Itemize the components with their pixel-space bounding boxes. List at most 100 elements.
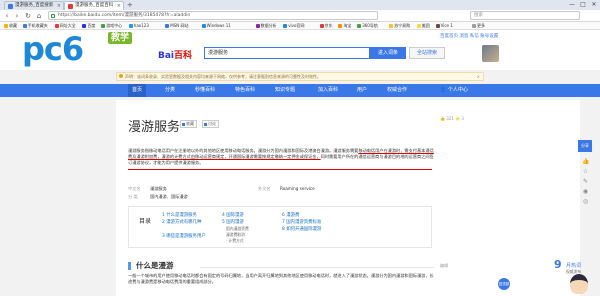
bookmark-icon (165, 24, 170, 28)
bookmark-item[interactable]: Vice 1 (435, 23, 453, 29)
weibo-icon[interactable]: ◉ (582, 188, 589, 195)
home-button[interactable]: ⌂ (34, 11, 44, 21)
nav-item-featured[interactable]: 特色百科 (235, 84, 255, 97)
section-paragraph: 一般一个城市的用户使用移动电话时都会有固定的号码归属地，当用户离开归属地到其他地… (128, 273, 434, 285)
toc-item-1[interactable]: 1 什么是漫游服务 (162, 212, 197, 218)
enter-entry-button[interactable]: 进入词条 (370, 47, 406, 59)
browser-search-input[interactable]: 搜索 (470, 11, 580, 20)
new-tab-button[interactable]: + (127, 1, 133, 9)
comment-icon[interactable]: ✎ (582, 178, 589, 185)
toc-item-8[interactable]: 8 如何开通国际漫游 (282, 226, 321, 232)
bookmark-item[interactable]: 数据分析 (255, 23, 277, 29)
nav-item-join[interactable]: 加入百科 (318, 84, 338, 97)
main-nav: 首页 分类 秒懂百科 特色百科 知识专题 加入百科 用户 权威合作 👤 个人中心 (0, 84, 600, 97)
hot-title[interactable]: 月热词 (566, 262, 581, 269)
browser-nav-bar: ‹ › ↻ ⌂ https://baike.baidu.com/item/漫游服… (0, 10, 600, 22)
toc-item-7[interactable]: 7 国内漫游资费标准 (282, 219, 321, 225)
toc-item-label: 哪些是漫游服务用户 (166, 234, 206, 239)
bookmark-item[interactable]: 百度 (82, 23, 95, 29)
toc-subitem[interactable]: · 计费方式 (226, 238, 244, 244)
close-window-button[interactable]: ✕ (589, 0, 599, 10)
bookmark-item[interactable]: 手机收藏夹 (22, 23, 48, 29)
mascot-image[interactable] (570, 274, 588, 294)
info-row: 外文名 Roaming service (258, 186, 315, 192)
nav-item-users[interactable]: 用户 (357, 84, 367, 97)
discuss-button[interactable]: 讨论 (202, 120, 219, 128)
address-bar[interactable]: https://baike.baidu.com/item/漫游服务/318547… (48, 11, 378, 20)
basic-info-box: 中文名 漫游服务 外文名 Roaming service 分 类 国内漫游、国际漫游 (128, 181, 430, 203)
info-key: 外文名 (258, 186, 271, 191)
forward-button[interactable]: › (12, 11, 22, 21)
close-tab-icon[interactable]: × (117, 2, 121, 10)
bookmark-label: 手机收藏夹 (27, 23, 48, 28)
wechat-icon[interactable]: ◎ (582, 198, 589, 205)
bookmark-item[interactable]: 京东 (319, 23, 333, 29)
bookmark-item[interactable]: 美团 (416, 23, 430, 29)
toc-item-6[interactable]: 6 漫游费 (282, 212, 299, 218)
bookmark-item[interactable]: MSN 网站 (165, 23, 188, 29)
bookmark-icon (416, 24, 421, 28)
user-links[interactable]: 百度首页 消息 私信 账号设置 (440, 33, 498, 39)
bookmark-label: 京东 (324, 23, 333, 28)
toc-item-label: 如何开通国际漫游 (286, 227, 322, 232)
minimize-button[interactable]: — (567, 0, 577, 10)
nav-item-topics[interactable]: 知识专题 (275, 84, 295, 97)
bookmark-label: MSN 网站 (170, 23, 189, 28)
profile-label: 个人中心 (447, 87, 468, 93)
bookmark-label: 数据分析 (260, 23, 277, 28)
info-value: 国内漫游、国际漫游 (150, 194, 188, 199)
bookmark-item[interactable]: 网址大全 (54, 23, 76, 29)
pc6-badge: 教学 (108, 32, 133, 44)
maximize-button[interactable]: □ (578, 0, 588, 10)
bookmark-label: 游戏中心 (106, 23, 123, 28)
star-icon[interactable]: ☆ (582, 168, 589, 175)
bookmark-label: 百度 (87, 23, 96, 28)
notice-banner: 声明：该词条收录、实验室数据及相关内容均来源于网络，仅供参考，请注意甄别信息来源… (116, 72, 484, 81)
toc-item-5[interactable]: 5 国内漫游 (222, 219, 244, 225)
bookmark-item[interactable]: 苏宁易购 (389, 23, 410, 29)
bookmark-item[interactable]: 360导航 (357, 23, 378, 29)
avatar[interactable] (482, 45, 499, 62)
search-input[interactable]: 漫游服务 (204, 47, 370, 59)
comment-icon (204, 123, 207, 126)
share-button[interactable]: 分享 (578, 140, 592, 152)
notice-text: 声明：该词条收录、实验室数据及相关内容均来源于网络，仅供参考，请注意甄别信息来源… (125, 74, 321, 79)
bookmark-icon (255, 24, 260, 28)
baidu-baike-logo[interactable]: Bai百科 (158, 48, 192, 61)
bookmark-item[interactable]: hao123 (128, 23, 149, 29)
section-edit-link[interactable]: 编辑 (440, 263, 448, 269)
toc-item-2[interactable]: 2 漫游方式有哪几种 (162, 219, 201, 225)
bookmark-item[interactable]: vivo官网 (283, 23, 304, 29)
back-to-top-button[interactable]: 回顶部 (498, 278, 510, 290)
back-button[interactable]: ‹ (2, 11, 12, 21)
red-underline-annotation (128, 169, 432, 170)
bookmark-label: 360导航 (362, 23, 378, 28)
close-notice-icon[interactable]: ✕ (477, 73, 480, 80)
tab-label: 漫游服务_百度百科 (75, 3, 114, 8)
close-tab-icon[interactable]: × (57, 2, 61, 10)
info-value: 漫游服务 (150, 186, 167, 191)
bookmark-icon (4, 24, 8, 28)
tab-baidu-search[interactable]: 漫游服务_百度搜索 × (4, 1, 64, 10)
bookmark-item[interactable]: 淘宝 (338, 23, 351, 29)
nav-item-partners[interactable]: 权威合作 (387, 84, 407, 97)
bookmark-icon (472, 24, 476, 28)
collect-button[interactable]: 收藏 (180, 120, 197, 128)
bookmark-item[interactable]: 更多 (472, 23, 485, 29)
nav-item-category[interactable]: 分类 (165, 84, 175, 97)
nav-item-miaodong[interactable]: 秒懂百科 (195, 84, 215, 97)
bookmark-item[interactable]: 收藏 (4, 23, 17, 29)
toc-item-4[interactable]: 4 国际漫游 (222, 212, 244, 218)
reload-button[interactable]: ↻ (23, 11, 33, 21)
toc-item-3[interactable]: 3 哪些是漫游服务用户 (162, 233, 206, 239)
baike-tab-icon (68, 4, 73, 9)
bookmark-label: 美团 (421, 23, 430, 28)
nav-item-profile[interactable]: 👤 个人中心 (440, 84, 468, 97)
bookmark-icon (319, 24, 324, 28)
site-search-button[interactable]: 全站搜索 (409, 47, 445, 59)
bookmark-item[interactable]: 游戏中心 (101, 23, 122, 29)
thumbs-up-icon[interactable]: 👍 (582, 158, 589, 165)
nav-item-home[interactable]: 首页 (128, 84, 147, 97)
bookmark-item[interactable]: Windows 11 (201, 23, 231, 29)
tab-baike[interactable]: 漫游服务_百度百科 × (64, 1, 124, 10)
